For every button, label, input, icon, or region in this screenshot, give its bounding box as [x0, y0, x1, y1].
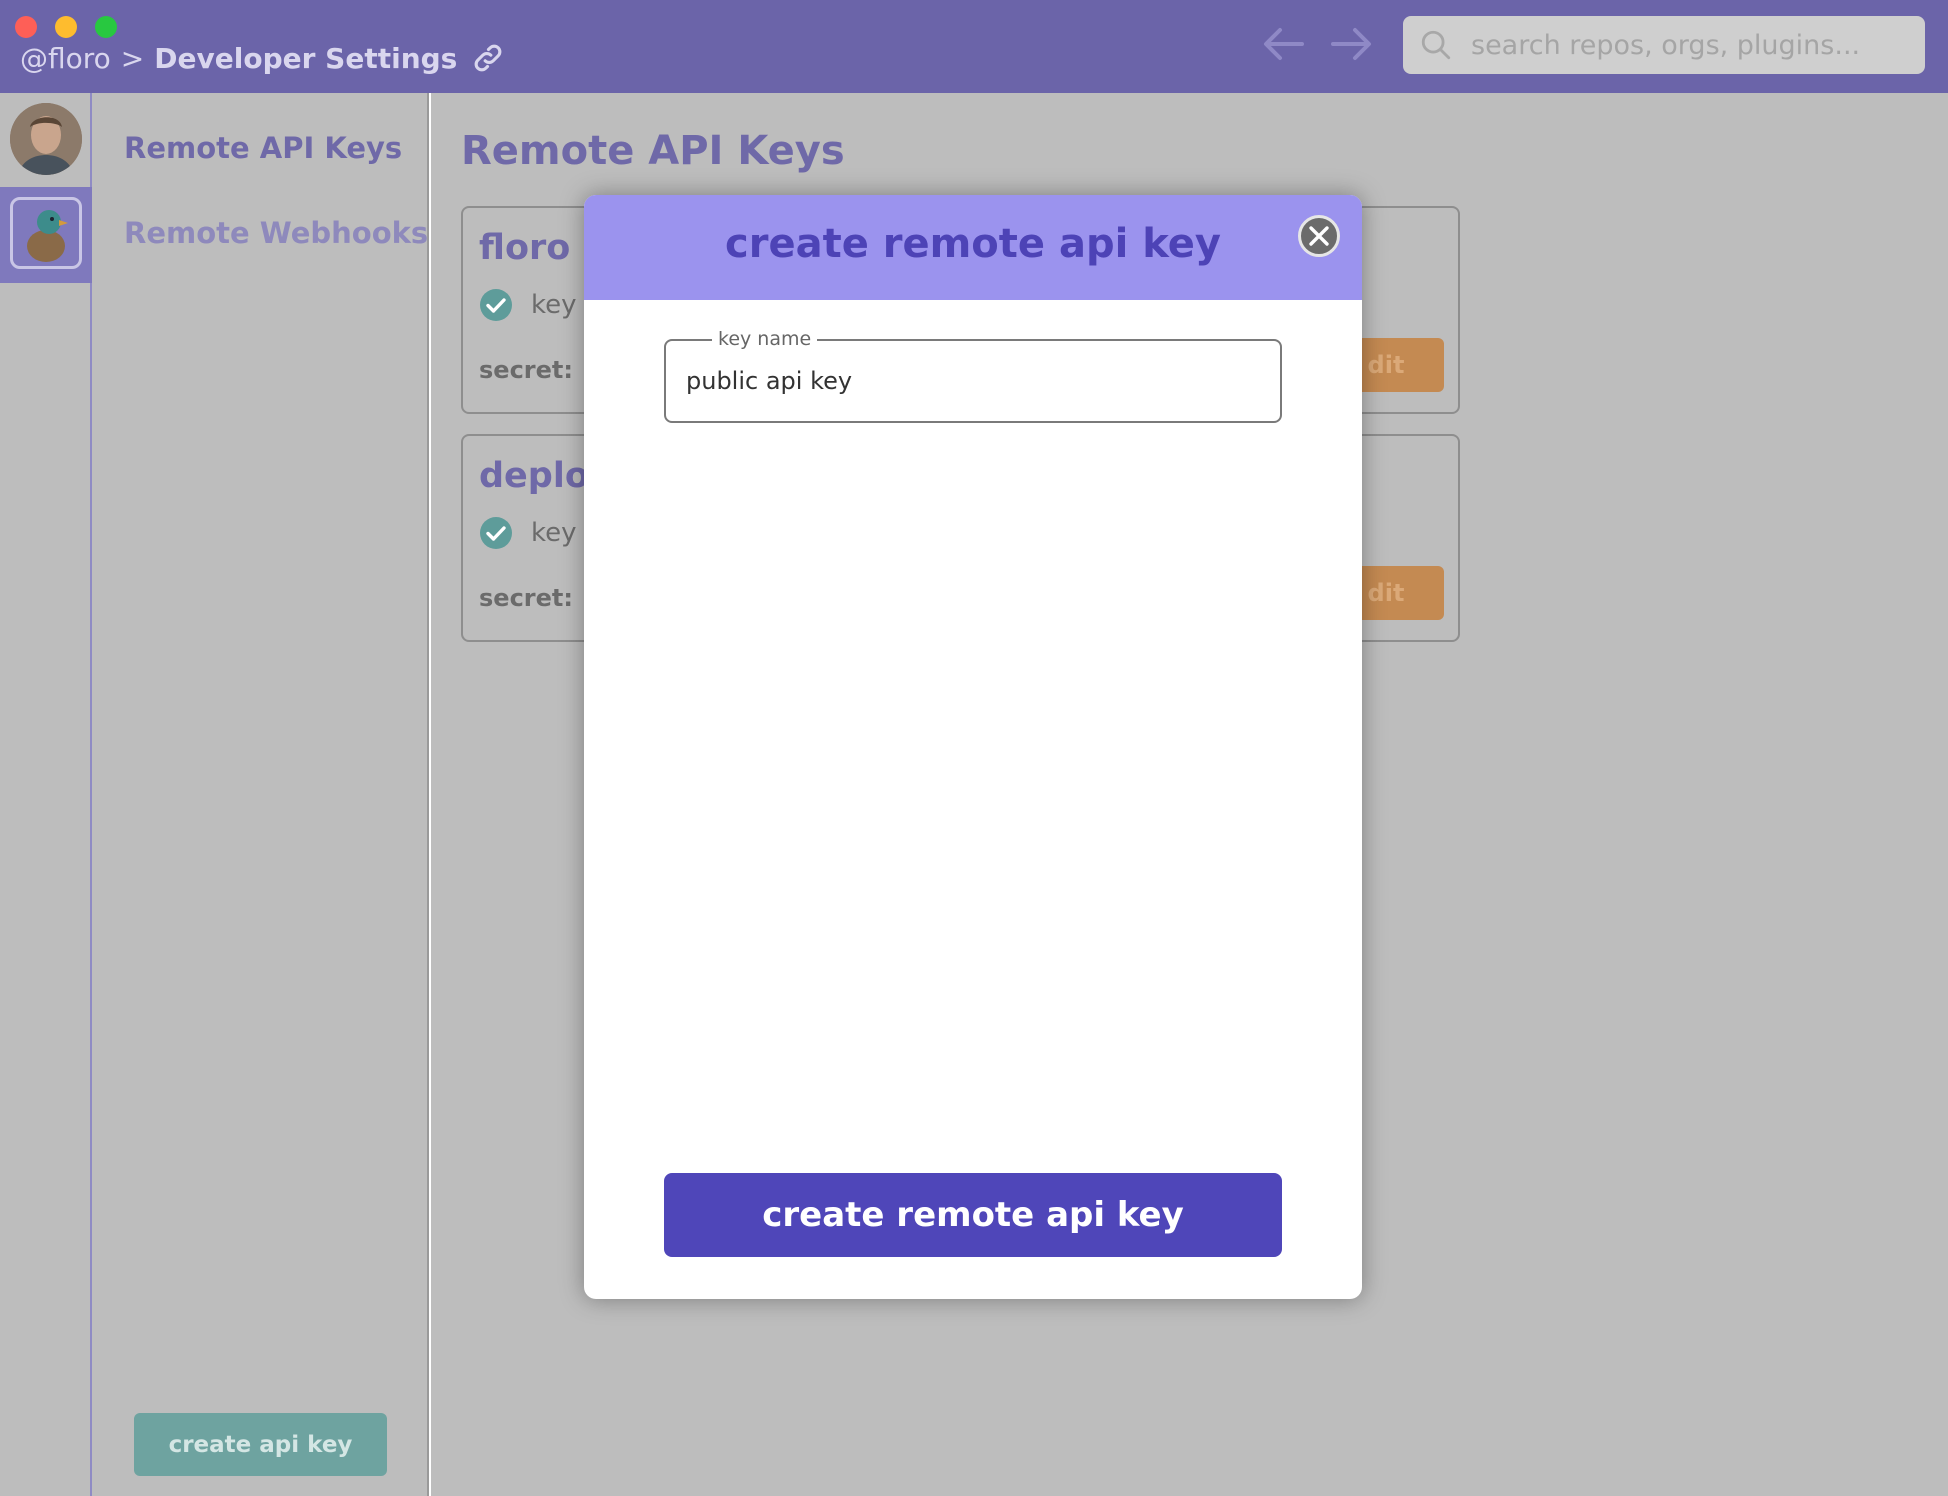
check-circle-icon [480, 289, 512, 321]
minimize-window-button[interactable] [55, 16, 77, 38]
modal-title: create remote api key [725, 221, 1221, 267]
avatar[interactable] [10, 103, 82, 175]
forward-arrow-icon[interactable] [1329, 26, 1373, 62]
page-title: Remote API Keys [461, 128, 845, 174]
breadcrumb-section: Developer Settings [154, 41, 458, 75]
zoom-window-button[interactable] [95, 16, 117, 38]
sidebar-item-remote-api-keys[interactable]: Remote API Keys [124, 131, 402, 165]
sidebar-item-remote-webhooks[interactable]: Remote Webhooks [124, 216, 428, 250]
api-key-label: key [531, 518, 577, 548]
api-key-label: key [531, 290, 577, 320]
key-name-input[interactable] [686, 361, 1256, 401]
breadcrumb-separator: > [120, 41, 145, 75]
check-circle-icon [480, 517, 512, 549]
modal-header: create remote api key [584, 195, 1362, 300]
close-icon [1309, 226, 1329, 246]
create-api-key-modal: create remote api key key name create re… [584, 195, 1362, 1299]
duck-icon [10, 197, 82, 269]
key-name-field: key name [664, 328, 1282, 423]
create-remote-api-key-button[interactable]: create remote api key [664, 1173, 1282, 1257]
api-key-secret-label: secret: [479, 584, 573, 612]
icon-rail [0, 93, 92, 1496]
breadcrumb-user[interactable]: @floro [20, 42, 111, 75]
settings-sidebar: Remote API Keys Remote Webhooks create a… [92, 93, 429, 1496]
title-bar: @floro > Developer Settings search repos… [0, 0, 1948, 93]
breadcrumb: @floro > Developer Settings [20, 38, 505, 78]
link-icon[interactable] [471, 41, 505, 75]
close-modal-button[interactable] [1298, 215, 1340, 257]
rail-item-developer-settings[interactable] [0, 187, 92, 283]
back-arrow-icon[interactable] [1262, 26, 1306, 62]
key-name-label: key name [712, 328, 818, 350]
search-bar[interactable]: search repos, orgs, plugins... [1403, 16, 1925, 74]
close-window-button[interactable] [15, 16, 37, 38]
api-key-secret-label: secret: [479, 356, 573, 384]
create-api-key-button[interactable]: create api key [134, 1413, 387, 1476]
search-input[interactable]: search repos, orgs, plugins... [1471, 30, 1860, 61]
search-icon [1421, 30, 1451, 60]
